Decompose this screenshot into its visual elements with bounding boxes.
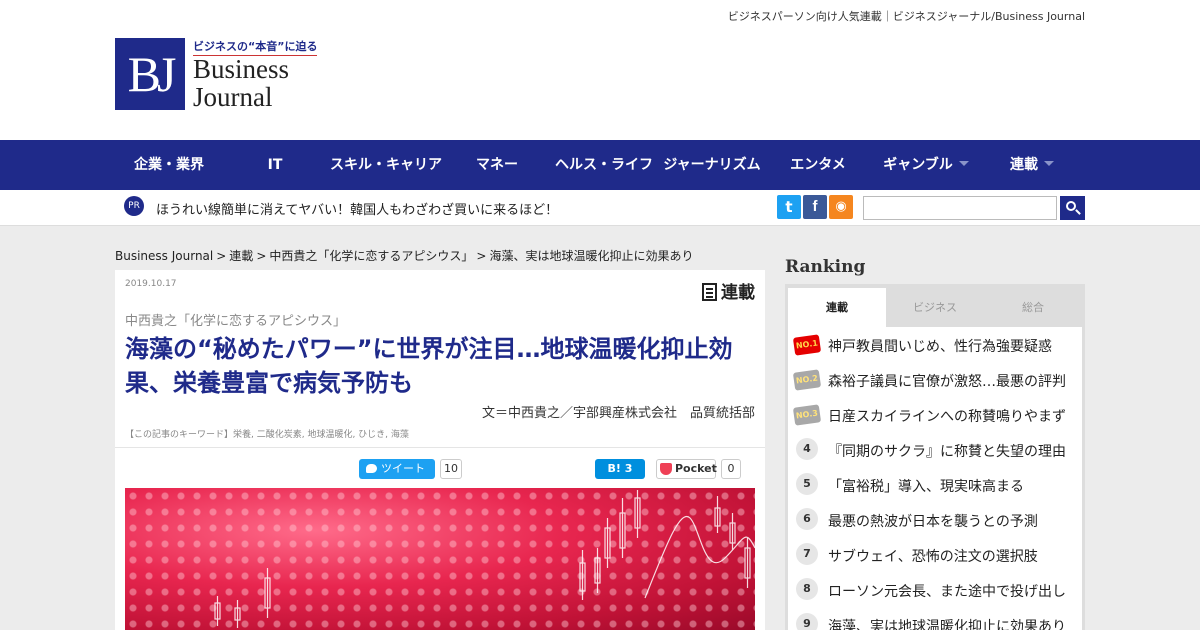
ranking-item[interactable]: 9 海藻、実は地球温暖化抑止に効果あり (788, 607, 1082, 630)
ranking-tab-business[interactable]: ビジネス (886, 288, 984, 327)
rank-number: NO.1 (792, 334, 822, 356)
breadcrumb-current: 海藻、実は地球温暖化抑止に効果あり (489, 249, 694, 263)
ranking-item[interactable]: 4 『同期のサクラ』に称賛と失望の理由 (788, 432, 1082, 467)
twitter-bird-icon (366, 464, 377, 473)
nav-item-it[interactable]: IT (235, 140, 315, 190)
nav-item-gamble[interactable]: ギャンブル (874, 140, 978, 190)
article-keywords: 【この記事のキーワード】栄養, 二酸化炭素, 地球温暖化, ひじき, 海藻 (125, 430, 409, 440)
ranking-item[interactable]: 5 「富裕税」導入、現実味高まる (788, 467, 1082, 502)
chevron-down-icon (1044, 161, 1054, 166)
nav-item-money[interactable]: マネー (462, 140, 532, 190)
main-nav: 企業・業界 IT スキル・キャリア マネー ヘルス・ライフ ジャーナリズム エン… (0, 140, 1200, 190)
ranking-box: 連載 ビジネス 総合 NO.1 神戸教員間いじめ、性行為強要疑惑 NO.2 森裕子議… (785, 284, 1085, 630)
nav-item-journalism[interactable]: ジャーナリズム (660, 140, 764, 190)
ranking-tabs: 連載 ビジネス 総合 (788, 288, 1082, 327)
pocket-count: 0 (721, 459, 741, 479)
facebook-icon[interactable]: f (803, 195, 827, 219)
ranking-title: Ranking (785, 257, 866, 277)
search-input[interactable] (863, 196, 1057, 220)
pr-link[interactable]: ほうれい線簡単に消えてヤバい！韓国人もわざわざ買いに来るほど！ (156, 199, 558, 218)
article-date: 2019.10.17 (125, 279, 177, 289)
site-logo[interactable]: BJ ビジネスの“本音”に迫る Business Journal (115, 38, 318, 118)
rank-number: NO.3 (792, 404, 822, 426)
ranking-tab-rensai[interactable]: 連載 (788, 288, 886, 327)
ranking-item[interactable]: NO.3 日産スカイラインへの称賛鳴りやまず (788, 397, 1082, 432)
nav-item-health-life[interactable]: ヘルス・ライフ (552, 140, 656, 190)
breadcrumb: Business Journal > 連載 > 中西貴之「化学に恋するアピシウス」 > 海藻… (115, 249, 694, 263)
article-byline: 文＝中西貴之／宇部興産株式会社 品質統括部 (481, 406, 755, 421)
breadcrumb-home[interactable]: Business Journal (115, 249, 213, 263)
ranking-item[interactable]: NO.2 森裕子議員に官僚が激怒…最悪の評判 (788, 362, 1082, 397)
ranking-item[interactable]: 6 最悪の熱波が日本を襲うとの予測 (788, 502, 1082, 537)
rank-number: 8 (796, 578, 818, 600)
article-series[interactable]: 中西貴之「化学に恋するアピシウス」 (125, 310, 346, 329)
article: 2019.10.17 連載 中西貴之「化学に恋するアピシウス」 海藻の“秘めたパ… (115, 270, 765, 630)
site-tagline: ビジネスパーソン向け人気連載｜ビジネスジャーナル/Business Journa… (727, 10, 1085, 23)
logo-mark: BJ (115, 38, 185, 110)
pr-badge: PR (124, 196, 144, 216)
twitter-icon[interactable]: t (777, 195, 801, 219)
rss-icon[interactable]: ◉ (829, 195, 853, 219)
ranking-item[interactable]: 8 ローソン元会長、また途中で投げ出し (788, 572, 1082, 607)
rank-number: NO.2 (792, 369, 822, 391)
article-title: 海藻の“秘めたパワー”に世界が注目…地球温暖化抑止効果、栄養豊富で病気予防も (125, 335, 733, 397)
nav-item-entertainment[interactable]: エンタメ (780, 140, 856, 190)
rank-number: 6 (796, 508, 818, 530)
logo-word-business: Business (193, 54, 290, 84)
ranking-item[interactable]: 7 サブウェイ、恐怖の注文の選択肢 (788, 537, 1082, 572)
breadcrumb-series[interactable]: 中西貴之「化学に恋するアピシウス」 (269, 249, 473, 263)
nav-item-skill-career[interactable]: スキル・キャリア (325, 140, 447, 190)
rank-number: 7 (796, 543, 818, 565)
breadcrumb-rensai[interactable]: 連載 (229, 249, 253, 263)
ranking-item[interactable]: NO.1 神戸教員間いじめ、性行為強要疑惑 (788, 327, 1082, 362)
share-row: ツイート 10 B! 3 Pocket 0 (115, 447, 765, 487)
site-header: ビジネスパーソン向け人気連載｜ビジネスジャーナル/Business Journa… (0, 0, 1200, 140)
nav-item-rensai[interactable]: 連載 (1000, 140, 1064, 190)
hatena-bookmark-button[interactable]: B! 3 (595, 459, 645, 479)
pocket-button[interactable]: Pocket (656, 459, 717, 479)
document-icon (702, 283, 717, 301)
pocket-icon (660, 463, 672, 475)
rank-number: 5 (796, 473, 818, 495)
logo-word-journal: Journal (193, 82, 273, 112)
pr-bar: PR ほうれい線簡単に消えてヤバい！韓国人もわざわざ買いに来るほど！ t f ◉ (0, 190, 1200, 226)
search-button[interactable] (1060, 196, 1085, 220)
section-badge[interactable]: 連載 (702, 278, 755, 303)
ranking-list: NO.1 神戸教員間いじめ、性行為強要疑惑 NO.2 森裕子議員に官僚が激怒…最悪の… (788, 327, 1082, 630)
tweet-count: 10 (440, 459, 462, 479)
chevron-down-icon (958, 161, 969, 166)
rank-number: 9 (796, 613, 818, 630)
ranking-tab-overall[interactable]: 総合 (984, 288, 1082, 327)
tweet-button[interactable]: ツイート (359, 459, 435, 479)
rank-number: 4 (796, 438, 818, 460)
article-hero-image (125, 488, 755, 630)
candlestick-decoration (214, 490, 755, 628)
nav-item-industry[interactable]: 企業・業界 (115, 140, 223, 190)
